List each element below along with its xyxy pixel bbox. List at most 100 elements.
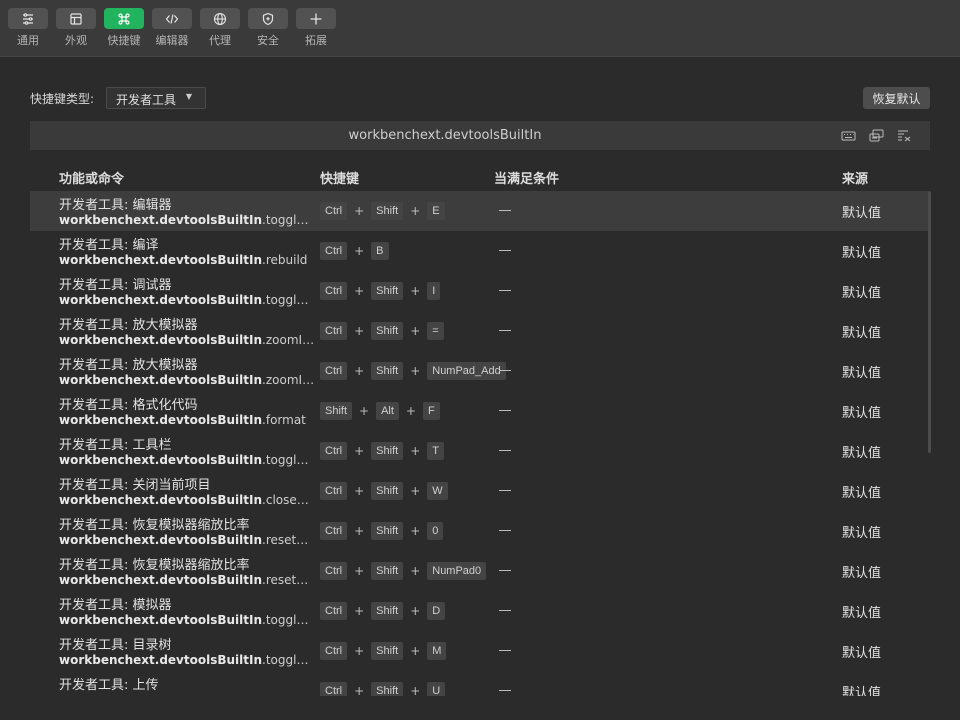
plus-icon (296, 8, 336, 29)
toolbar-tab-5[interactable]: 安全 (244, 0, 292, 56)
keybinding[interactable]: Ctrl + B (320, 242, 389, 260)
keybinding[interactable]: Ctrl + Shift + W (320, 482, 448, 500)
toolbar-tab-label: 拓展 (305, 34, 327, 47)
restore-default-button[interactable]: 恢复默认 (863, 87, 930, 109)
keybinding[interactable]: Ctrl + Shift + T (320, 442, 444, 460)
key-cap: Ctrl (320, 282, 348, 300)
command-id-suffix: .format (262, 413, 306, 427)
table-row[interactable]: 开发者工具: 调试器 workbenchext.devtoolsBuiltIn.t… (30, 271, 928, 311)
command-id-prefix: workbenchext.devtoolsBuiltIn (59, 293, 263, 307)
shortcut-type-select[interactable]: 开发者工具 ▼ (106, 87, 206, 109)
keybinding[interactable]: Ctrl + Shift +0 (320, 522, 444, 540)
plus-separator: + (354, 644, 365, 658)
keybinding[interactable]: Ctrl + Shift + U (320, 682, 446, 696)
source-label: 默认值 (842, 686, 882, 696)
plus-separator: + (410, 564, 421, 578)
command-title: 开发者工具: 工具栏 (59, 438, 172, 453)
when-empty-dash (499, 450, 511, 451)
list-scrollbar[interactable] (928, 191, 931, 453)
command-id-prefix: workbenchext.devtoolsBuiltIn (59, 653, 263, 667)
table-row[interactable]: 开发者工具: 恢复模拟器缩放比率 workbenchext.devtoolsBui… (30, 551, 928, 591)
when-empty-dash (499, 370, 511, 371)
table-row[interactable]: 开发者工具: 目录树 workbenchext.devtoolsBuiltIn.t… (30, 631, 928, 671)
key-cap: Shift (320, 402, 353, 420)
command-id-prefix: workbenchext.devtoolsBuiltIn (59, 613, 263, 627)
keybinding[interactable]: Ctrl + Shift + M (320, 642, 447, 660)
when-empty-dash (499, 570, 511, 571)
key-cap: Ctrl (320, 522, 348, 540)
key-cap: Shift (371, 202, 404, 220)
header-keybinding[interactable]: 快捷键 (320, 168, 359, 187)
header-source[interactable]: 来源 (842, 168, 868, 187)
table-row[interactable]: 开发者工具: 放大模拟器 workbenchext.devtoolsBuiltIn… (30, 351, 928, 391)
key-cap: Alt (376, 402, 399, 420)
when-empty-dash (499, 210, 511, 211)
keyboard-icon[interactable] (840, 128, 856, 143)
plus-separator: + (354, 684, 365, 696)
table-row[interactable]: 开发者工具: 上传 Ctrl + Shift + U 默认值 (30, 671, 928, 696)
command-title: 开发者工具: 上传 (59, 678, 159, 693)
table-row[interactable]: 开发者工具: 编译 workbenchext.devtoolsBuiltIn.re… (30, 231, 928, 271)
command-id-suffix: .resetZoomSim... (262, 573, 315, 587)
command-id: workbenchext.devtoolsBuiltIn.zoomInSimul… (59, 333, 315, 347)
command-title: 开发者工具: 恢复模拟器缩放比率 (59, 558, 250, 573)
table-row[interactable]: 开发者工具: 格式化代码 workbenchext.devtoolsBuiltIn… (30, 391, 928, 431)
shield-icon (248, 8, 288, 29)
key-cap: Ctrl (320, 642, 348, 660)
key-cap: Shift (371, 642, 404, 660)
command-id: workbenchext.devtoolsBuiltIn.format (59, 413, 315, 427)
keybinding[interactable]: Ctrl + Shift + E (320, 202, 445, 220)
toolbar-tab-3[interactable]: 编辑器 (148, 0, 196, 56)
record-keys-icon[interactable] (868, 128, 884, 143)
shortcut-type-value: 开发者工具 (116, 93, 177, 107)
command-title: 开发者工具: 模拟器 (59, 598, 172, 613)
keybinding[interactable]: Ctrl + Shift + I (320, 282, 441, 300)
when-empty-dash (499, 410, 511, 411)
command-id-prefix: workbenchext.devtoolsBuiltIn (59, 373, 263, 387)
toolbar-tab-2[interactable]: 快捷键 (100, 0, 148, 56)
keybinding[interactable]: Ctrl + Shift + NumPad_Add (320, 362, 506, 380)
layout-icon (56, 8, 96, 29)
toolbar-tab-0[interactable]: 通用 (4, 0, 52, 56)
plus-separator: + (354, 524, 365, 538)
plus-separator: + (410, 324, 421, 338)
sliders-icon (8, 8, 48, 29)
toolbar-tab-1[interactable]: 外观 (52, 0, 100, 56)
command-id-prefix: workbenchext.devtoolsBuiltIn (59, 493, 263, 507)
command-id-prefix: workbenchext.devtoolsBuiltIn (59, 413, 263, 427)
keybinding[interactable]: Ctrl + Shift + NumPad0 (320, 562, 487, 580)
plus-separator: + (354, 604, 365, 618)
command-id-prefix: workbenchext.devtoolsBuiltIn (59, 333, 263, 347)
key-cap: D (427, 602, 446, 620)
header-when[interactable]: 当满足条件 (494, 168, 559, 187)
key-cap: T (427, 442, 444, 460)
plus-separator: + (410, 644, 421, 658)
source-label: 默认值 (842, 286, 882, 301)
command-id: workbenchext.devtoolsBuiltIn.resetZoomSi… (59, 573, 315, 587)
keybinding[interactable]: Ctrl + Shift + = (320, 322, 444, 340)
when-empty-dash (499, 330, 511, 331)
toolbar-tab-4[interactable]: 代理 (196, 0, 244, 56)
table-row[interactable]: 开发者工具: 工具栏 workbenchext.devtoolsBuiltIn.t… (30, 431, 928, 471)
source-label: 默认值 (842, 606, 882, 621)
command-id-suffix: .resetZoomSim... (262, 533, 315, 547)
source-label: 默认值 (842, 486, 882, 501)
header-command[interactable]: 功能或命令 (59, 168, 124, 187)
when-empty-dash (499, 650, 511, 651)
toolbar-tab-label: 代理 (209, 34, 231, 47)
when-empty-dash (499, 250, 511, 251)
keybinding[interactable]: Ctrl + Shift + D (320, 602, 446, 620)
table-row[interactable]: 开发者工具: 编辑器 workbenchext.devtoolsBuiltIn.t… (30, 191, 928, 231)
table-row[interactable]: 开发者工具: 放大模拟器 workbenchext.devtoolsBuiltIn… (30, 311, 928, 351)
keybinding[interactable]: Shift + Alt + F (320, 402, 440, 420)
clear-filter-icon[interactable] (896, 128, 912, 143)
table-row[interactable]: 开发者工具: 恢复模拟器缩放比率 workbenchext.devtoolsBui… (30, 511, 928, 551)
when-empty-dash (499, 290, 511, 291)
toolbar-tab-6[interactable]: 拓展 (292, 0, 340, 56)
source-label: 默认值 (842, 566, 882, 581)
table-row[interactable]: 开发者工具: 模拟器 workbenchext.devtoolsBuiltIn.t… (30, 591, 928, 631)
plus-separator: + (354, 444, 365, 458)
toolbar-tab-label: 快捷键 (107, 34, 141, 47)
table-row[interactable]: 开发者工具: 关闭当前项目 workbenchext.devtoolsBuiltI… (30, 471, 928, 511)
command-id-suffix: .toggleToolbar (262, 453, 315, 467)
